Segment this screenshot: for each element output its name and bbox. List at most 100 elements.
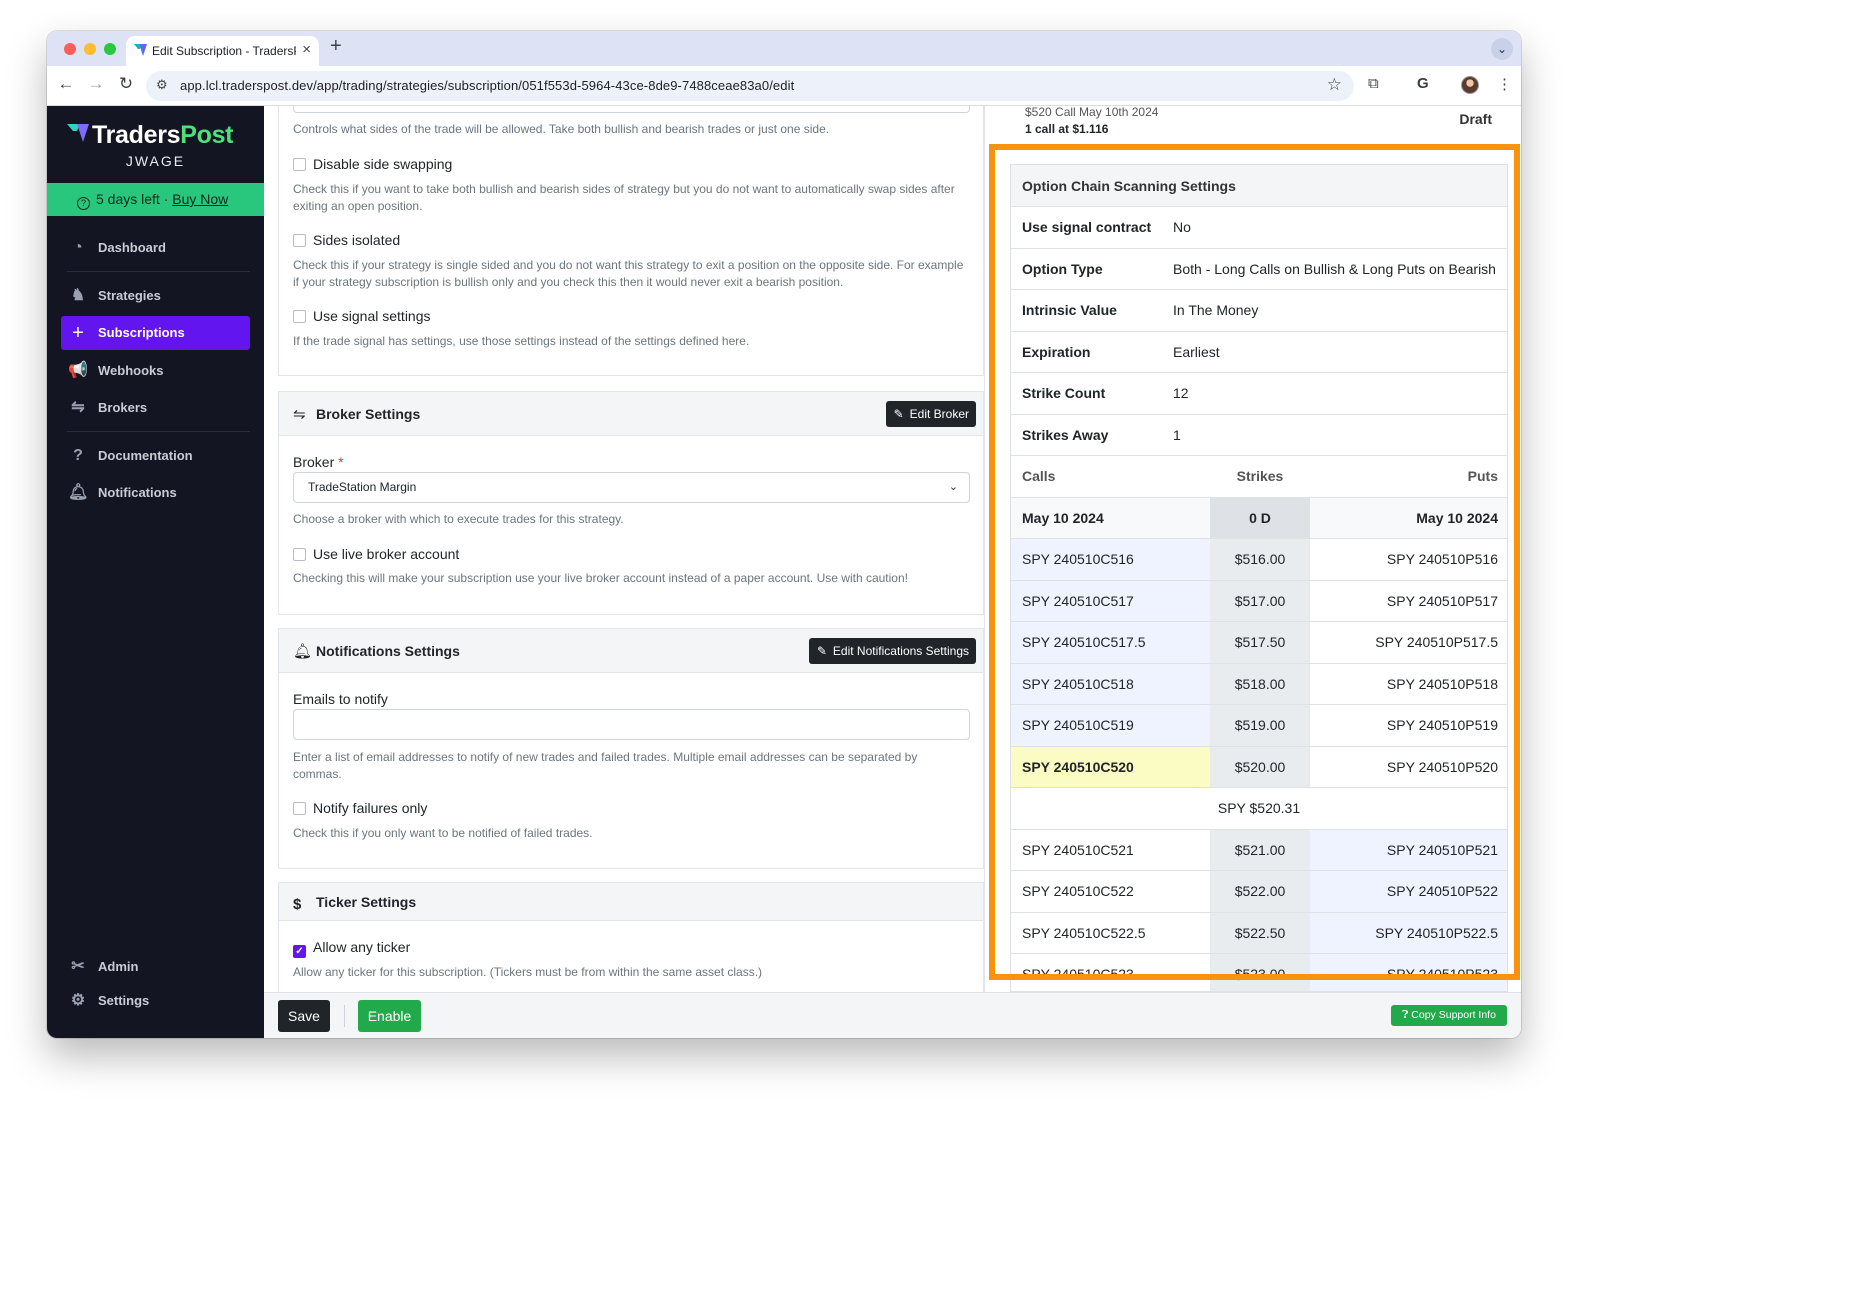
tab-close-icon[interactable]: ×	[302, 41, 311, 58]
emails-input[interactable]	[293, 709, 970, 740]
checkbox-checked-icon[interactable]: ✓	[293, 945, 306, 958]
browser-window: Edit Subscription - TradersPost × + ⌄ ← …	[47, 31, 1521, 1038]
sidebar-item-label: Subscriptions	[98, 325, 185, 340]
broker-label: Broker *	[293, 454, 344, 470]
address-bar[interactable]: ⚙ app.lcl.traderspost.dev/app/trading/st…	[146, 71, 1354, 101]
sidebar-item-label: Webhooks	[98, 363, 164, 378]
browser-menu-icon[interactable]: ⋮	[1497, 75, 1512, 93]
brand-logo[interactable]: TradersPost	[67, 121, 234, 150]
card-header: $ Ticker Settings	[279, 883, 983, 921]
handshake-icon: ⇋	[71, 399, 85, 416]
bell-icon: 🔔︎	[68, 484, 89, 501]
card-title: Ticker Settings	[316, 894, 417, 910]
sidebar-item-dashboard[interactable]: ◔ Dashboard	[61, 231, 250, 265]
live-broker-help: Checking this will make your subscriptio…	[293, 571, 908, 585]
checkbox-box[interactable]	[293, 548, 306, 561]
sidebar-item-webhooks[interactable]: 📢 Webhooks	[61, 354, 250, 388]
brand-name-right: Post	[180, 121, 234, 149]
checkbox-box[interactable]	[293, 310, 306, 323]
reload-icon[interactable]: ↻	[115, 74, 137, 94]
maximize-window-button[interactable]	[104, 43, 116, 55]
profile-avatar[interactable]	[1461, 76, 1479, 94]
sidebar-item-strategies[interactable]: ♞ Strategies	[61, 279, 250, 313]
tools-icon: ✂	[71, 958, 85, 975]
plus-icon: +	[72, 322, 84, 344]
traderspost-favicon-icon	[134, 44, 147, 56]
browser-tab[interactable]: Edit Subscription - TradersPost ×	[126, 36, 319, 66]
buy-now-link[interactable]: Buy Now	[172, 191, 228, 207]
main-content: Controls what sides of the trade will be…	[264, 106, 1521, 1038]
checkbox-box[interactable]	[293, 158, 306, 171]
notify-failures-checkbox[interactable]: Notify failures only	[293, 799, 427, 817]
divider	[344, 1005, 345, 1027]
checkbox-box[interactable]	[293, 234, 306, 247]
sidebar: TradersPost JWAGE ? 5 days left · Buy Now…	[47, 106, 264, 1038]
order-status: Draft	[1459, 111, 1492, 127]
question-circle-icon: ❓︎	[1402, 1009, 1409, 1021]
clock-icon: ?	[77, 197, 90, 210]
edit-notifications-button[interactable]: ✎ Edit Notifications Settings	[808, 638, 976, 664]
google-g-icon[interactable]: G	[1417, 75, 1429, 92]
dashboard-icon: ◔	[73, 239, 83, 256]
enable-button[interactable]: Enable	[358, 1000, 421, 1032]
sidebar-item-label: Dashboard	[98, 240, 166, 255]
order-summary: $520 Call May 10th 2024 1 call at $1.116	[1025, 106, 1158, 138]
disable-side-swapping-checkbox[interactable]: Disable side swapping	[293, 155, 452, 173]
sidebar-item-notifications[interactable]: 🔔︎ Notifications	[61, 476, 250, 510]
sidebar-item-documentation[interactable]: ? Documentation	[61, 439, 250, 473]
sidebar-item-label: Documentation	[98, 448, 193, 463]
sidebar-item-settings[interactable]: ⚙ Settings	[61, 984, 250, 1018]
trial-banner: ? 5 days left · Buy Now	[47, 183, 264, 216]
disable-swap-help: Check this if you want to take both bull…	[293, 182, 955, 213]
minimize-window-button[interactable]	[84, 43, 96, 55]
allow-any-ticker-checkbox[interactable]: ✓ Allow any ticker	[293, 938, 410, 958]
brand-name-left: Traders	[92, 121, 181, 149]
sidebar-item-brokers[interactable]: ⇋ Brokers	[61, 391, 250, 425]
question-icon: ?	[73, 447, 83, 464]
highlight-annotation-box	[989, 144, 1520, 980]
edit-broker-button[interactable]: ✎ Edit Broker	[885, 401, 976, 427]
new-tab-icon[interactable]: +	[330, 35, 342, 58]
broker-select[interactable]: TradeStation Margin ⌄	[293, 472, 970, 503]
edit-icon: ✎	[816, 644, 827, 658]
broker-help: Choose a broker with which to execute tr…	[293, 512, 624, 526]
copy-support-info-button[interactable]: ❓︎ Copy Support Info	[1391, 1005, 1507, 1026]
extensions-puzzle-icon[interactable]: ⧉	[1368, 75, 1379, 92]
sidebar-item-subscriptions[interactable]: + Subscriptions	[61, 316, 250, 350]
forward-arrow-icon[interactable]: →	[85, 74, 107, 94]
emails-label: Emails to notify	[293, 691, 388, 707]
gears-icon: ⚙	[70, 992, 86, 1009]
sidebar-divider	[67, 271, 250, 272]
notify-failures-help: Check this if you only want to be notifi…	[293, 826, 593, 840]
sidebar-item-admin[interactable]: ✂ Admin	[61, 950, 250, 984]
checkbox-label: Use live broker account	[313, 546, 460, 562]
bookmark-star-icon[interactable]: ☆	[1327, 75, 1342, 95]
site-info-icon[interactable]: ⚙	[156, 77, 168, 93]
order-contract: $520 Call May 10th 2024	[1025, 106, 1159, 119]
required-mark: *	[338, 454, 344, 470]
broker-label-text: Broker	[293, 454, 335, 470]
browser-tab-bar: Edit Subscription - TradersPost × + ⌄	[47, 31, 1521, 66]
order-price: $1.116	[1072, 122, 1109, 136]
order-quantity: 1 call at $1.116	[1025, 121, 1158, 138]
form-action-bar: Save Enable ❓︎ Copy Support Info	[264, 992, 1521, 1038]
use-signal-help: If the trade signal has settings, use th…	[293, 334, 750, 348]
checkbox-box[interactable]	[293, 802, 306, 815]
sides-isolated-checkbox[interactable]: Sides isolated	[293, 231, 400, 249]
card-title: Broker Settings	[316, 406, 421, 422]
chevron-down-icon: ⌄	[948, 481, 958, 493]
save-button[interactable]: Save	[278, 1000, 330, 1032]
order-preview-panel: $520 Call May 10th 2024 1 call at $1.116…	[984, 106, 1521, 992]
strategies-icon: ♞	[70, 287, 86, 304]
checkbox-label: Allow any ticker	[313, 939, 411, 955]
tab-search-chevron-icon[interactable]: ⌄	[1491, 38, 1513, 60]
emails-help: Enter a list of email addresses to notif…	[293, 750, 918, 781]
use-signal-settings-checkbox[interactable]: Use signal settings	[293, 307, 431, 325]
sides-select[interactable]	[293, 106, 970, 113]
url-text: app.lcl.traderspost.dev/app/trading/stra…	[180, 78, 795, 93]
close-window-button[interactable]	[64, 43, 76, 55]
back-arrow-icon[interactable]: ←	[55, 74, 77, 94]
strategy-options-card: Controls what sides of the trade will be…	[278, 106, 984, 376]
use-live-broker-checkbox[interactable]: Use live broker account	[293, 545, 459, 563]
broker-select-value: TradeStation Margin	[308, 480, 417, 494]
